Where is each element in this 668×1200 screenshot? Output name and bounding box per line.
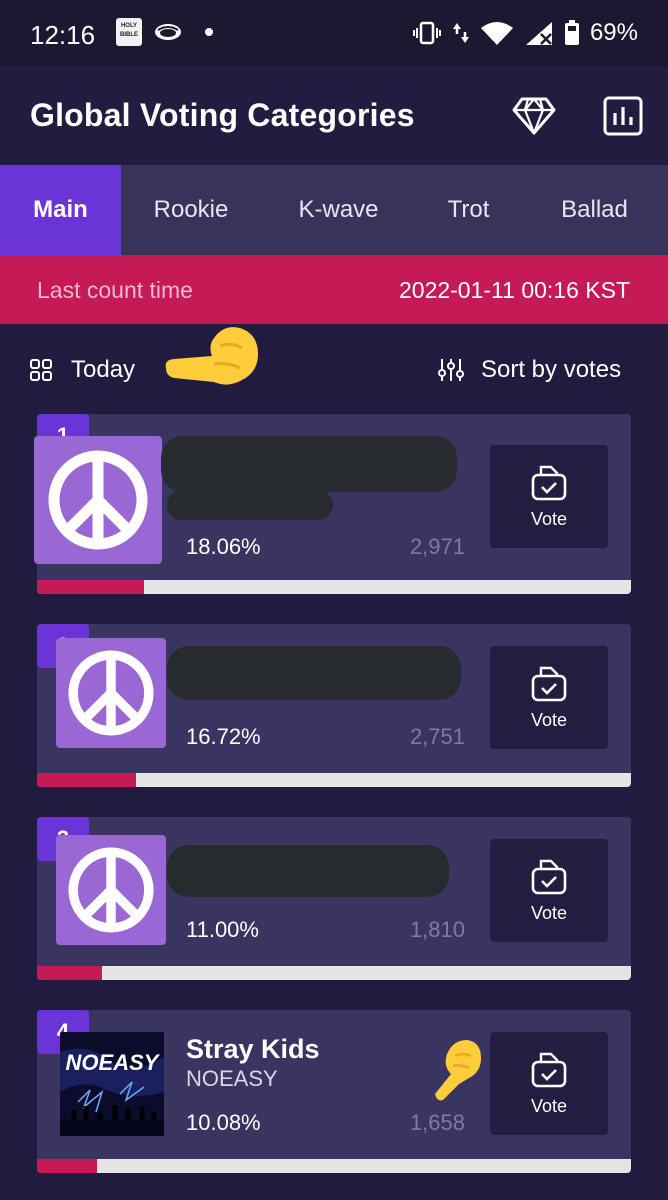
ranking-card: 3 11.00% 1,810 Vote — [37, 817, 631, 980]
battery-percent: 69% — [589, 19, 638, 46]
pointing-hand-icon — [165, 327, 258, 385]
vibrate-icon — [412, 21, 441, 45]
last-count-label: Last count time — [37, 277, 193, 303]
progress-bar — [37, 1159, 631, 1173]
filter-row: Today Sort by votes — [0, 324, 668, 414]
tab-ballad[interactable]: Ballad — [521, 165, 668, 255]
ranking-card: 1 18.06% 2,971 Vote — [34, 414, 631, 594]
peace-icon — [56, 835, 166, 945]
bible-app-icon: HOLY BIBLE — [116, 18, 142, 46]
redacted-artist-name — [167, 646, 461, 700]
last-count-bar: Last count time 2022-01-11 00:16 KST — [0, 255, 668, 324]
notification-dot-icon — [205, 28, 213, 36]
tab-k-wave[interactable]: K-wave — [261, 165, 416, 255]
eye-icon — [155, 24, 181, 40]
vote-button[interactable]: Vote — [490, 839, 608, 942]
progress-fill — [37, 580, 145, 594]
grid-icon[interactable] — [30, 359, 52, 381]
sort-sliders-icon[interactable] — [438, 358, 464, 382]
vote-count: 1,658 — [409, 1110, 465, 1135]
vote-percentage: 10.08% — [186, 1110, 261, 1135]
category-tabs: Main Rookie K-wave Trot Ballad — [0, 165, 668, 255]
data-arrows-icon — [452, 23, 469, 43]
last-count-time: 2022-01-11 00:16 KST — [398, 277, 630, 303]
vote-count: 1,810 — [409, 917, 465, 942]
progress-bar — [37, 966, 631, 980]
signal-icon — [525, 22, 552, 45]
artist-name: Stray Kids — [186, 1034, 320, 1064]
redacted-artist-name — [161, 436, 457, 492]
wifi-icon — [480, 22, 513, 45]
pointing-hand-icon — [435, 1040, 481, 1101]
ballot-box-icon — [531, 1052, 567, 1088]
chart-icon[interactable] — [603, 96, 643, 136]
status-time: 12:16 — [30, 20, 96, 50]
progress-bar — [37, 773, 631, 787]
album-name: NOEASY — [186, 1066, 278, 1091]
album-cover: NOEASY — [60, 1032, 164, 1136]
peace-icon — [34, 436, 162, 564]
peace-icon — [56, 638, 166, 748]
ballot-box-icon — [531, 666, 567, 702]
vote-percentage: 16.72% — [186, 724, 261, 749]
vote-count: 2,751 — [409, 724, 465, 749]
status-bar: 12:16 HOLY BIBLE 69% — [0, 0, 668, 66]
redacted-album-name — [167, 490, 333, 520]
album-cover-text: NOEASY — [66, 1050, 161, 1075]
redacted-artist-name — [167, 845, 449, 897]
vote-button[interactable]: Vote — [490, 445, 608, 548]
ranking-card: 2 16.72% 2,751 Vote — [37, 624, 631, 787]
ballot-box-icon — [531, 859, 567, 895]
tab-rookie[interactable]: Rookie — [121, 165, 261, 255]
tab-main[interactable]: Main — [0, 165, 121, 255]
period-filter[interactable]: Today — [71, 356, 135, 384]
app-bar: Global Voting Categories — [0, 66, 668, 165]
vote-button[interactable]: Vote — [490, 646, 608, 749]
vote-button[interactable]: Vote — [490, 1032, 608, 1135]
vote-percentage: 18.06% — [186, 534, 261, 559]
battery-icon — [564, 20, 579, 45]
page-title: Global Voting Categories — [30, 97, 415, 133]
progress-bar — [37, 580, 631, 594]
vote-percentage: 11.00% — [186, 917, 259, 942]
diamond-icon[interactable] — [512, 96, 556, 136]
vote-count: 2,971 — [409, 534, 465, 559]
progress-fill — [37, 1159, 97, 1173]
sort-filter[interactable]: Sort by votes — [481, 356, 621, 384]
progress-fill — [37, 966, 103, 980]
tab-trot[interactable]: Trot — [416, 165, 521, 255]
ranking-card: 4 NOEASY Stray Kids NOEASY 10.08% 1,658 … — [37, 1010, 631, 1173]
progress-fill — [37, 773, 137, 787]
ballot-box-icon — [531, 465, 567, 501]
